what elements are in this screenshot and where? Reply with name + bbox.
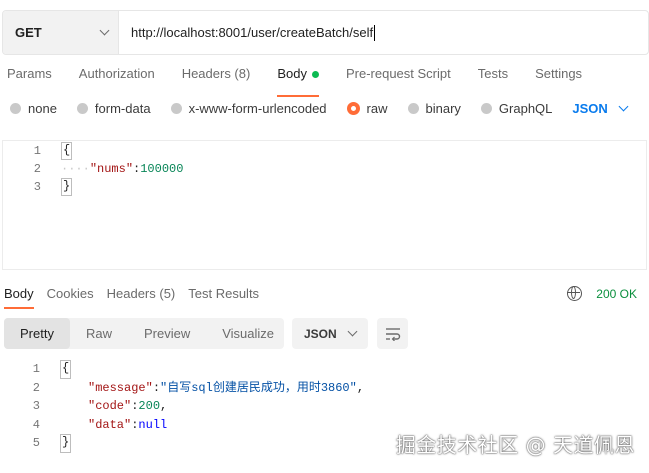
- line-number: 1: [32, 362, 40, 376]
- tab-settings[interactable]: Settings: [535, 63, 582, 91]
- indent-guide: ····: [61, 162, 90, 176]
- body-type-options: none form-data x-www-form-urlencoded raw…: [10, 101, 629, 116]
- response-status: 200 OK: [567, 286, 637, 301]
- response-tab-body[interactable]: Body: [4, 285, 34, 309]
- format-label: JSON: [304, 326, 337, 341]
- open-brace: {: [61, 142, 73, 160]
- format-select[interactable]: JSON: [292, 318, 368, 349]
- radio-icon: [170, 103, 182, 114]
- json-value: "自写sql创建居民成功，用时3860": [160, 380, 357, 395]
- code-line: 2 "message": "自写sql创建居民成功，用时3860",: [2, 379, 364, 398]
- option-label: form-data: [94, 101, 151, 116]
- body-type-raw[interactable]: raw: [346, 101, 388, 116]
- language-label: JSON: [572, 101, 608, 116]
- chevron-down-icon: [618, 101, 629, 112]
- code-line: 5 }: [2, 434, 364, 453]
- body-indicator-dot: [311, 71, 319, 79]
- language-select[interactable]: JSON: [572, 101, 629, 116]
- line-number: 3: [33, 180, 41, 194]
- response-tabs: Body Cookies Headers (5) Test Results: [0, 285, 268, 309]
- radio-icon: [480, 103, 492, 114]
- tab-body-label: Body: [277, 66, 307, 81]
- close-brace: }: [61, 178, 73, 196]
- radio-icon: [10, 103, 21, 114]
- json-key: "nums": [89, 162, 134, 176]
- request-body-editor[interactable]: 1 { 2 ···· "nums":100000 3 }: [2, 140, 647, 270]
- open-brace: {: [60, 360, 72, 379]
- code-line: 4 "data": null: [2, 416, 364, 435]
- json-colon: :: [131, 399, 139, 413]
- tab-params[interactable]: Params: [7, 63, 52, 91]
- url-text: http://localhost:8001/user/createBatch/s…: [131, 25, 374, 40]
- json-comma: ,: [356, 380, 365, 395]
- json-key: "data": [88, 417, 132, 432]
- json-comma: ,: [160, 399, 168, 413]
- url-input[interactable]: http://localhost:8001/user/createBatch/s…: [119, 11, 648, 54]
- radio-icon: [407, 103, 419, 114]
- json-value: null: [138, 417, 168, 432]
- option-label: x-www-form-urlencoded: [188, 101, 327, 116]
- chevron-down-icon: [347, 326, 358, 337]
- body-type-binary[interactable]: binary: [407, 101, 461, 116]
- line-number: 1: [33, 144, 41, 158]
- line-number: 2: [32, 380, 40, 395]
- line-number: 5: [32, 436, 40, 450]
- view-preview-button[interactable]: Preview: [128, 318, 206, 349]
- radio-icon: [76, 103, 88, 114]
- code-line: 1 {: [3, 142, 646, 160]
- watermark: 掘金技术社区 @ 天道佩恩: [395, 433, 635, 457]
- line-number: 3: [32, 399, 40, 413]
- json-value: 100000: [140, 162, 184, 176]
- json-colon: :: [152, 380, 161, 395]
- tab-authorization[interactable]: Authorization: [79, 63, 155, 91]
- view-pretty-button[interactable]: Pretty: [4, 318, 70, 349]
- request-tabs: Params Authorization Headers (8) Body Pr…: [0, 63, 602, 97]
- tab-headers[interactable]: Headers (8): [182, 63, 251, 91]
- response-tab-cookies[interactable]: Cookies: [47, 285, 94, 303]
- json-key: "message": [88, 380, 153, 395]
- view-mode-group: Pretty Raw Preview Visualize: [4, 318, 284, 349]
- chevron-down-icon: [99, 25, 110, 36]
- json-value: 200: [138, 399, 161, 413]
- code-line: 3 }: [3, 178, 646, 196]
- view-visualize-button[interactable]: Visualize: [206, 318, 290, 349]
- body-type-urlencoded[interactable]: x-www-form-urlencoded: [170, 101, 327, 116]
- code-line: 3 "code": 200,: [2, 397, 364, 416]
- text-cursor: [374, 24, 376, 41]
- method-select[interactable]: GET: [3, 11, 119, 54]
- body-type-form-data[interactable]: form-data: [76, 101, 151, 116]
- wrap-lines-icon: [385, 327, 400, 341]
- line-number: 4: [32, 417, 40, 432]
- option-label: binary: [425, 101, 461, 116]
- option-label: none: [28, 101, 57, 116]
- response-tab-test-results[interactable]: Test Results: [188, 285, 259, 303]
- option-label: raw: [366, 101, 388, 116]
- tab-pre-request-script[interactable]: Pre-request Script: [346, 63, 451, 91]
- body-type-none[interactable]: none: [10, 101, 57, 116]
- request-url-bar: GET http://localhost:8001/user/createBat…: [2, 10, 649, 55]
- response-tab-headers[interactable]: Headers (5): [107, 285, 176, 303]
- tab-tests[interactable]: Tests: [478, 63, 508, 91]
- view-raw-button[interactable]: Raw: [70, 318, 128, 349]
- option-label: GraphQL: [498, 101, 553, 116]
- json-colon: :: [131, 417, 139, 432]
- json-colon: :: [133, 162, 141, 176]
- line-number: 2: [33, 162, 41, 176]
- tab-body[interactable]: Body: [277, 63, 319, 97]
- status-text[interactable]: 200 OK: [596, 287, 637, 301]
- wrap-lines-button[interactable]: [377, 318, 408, 349]
- method-label: GET: [15, 25, 42, 40]
- close-brace: }: [60, 434, 72, 453]
- code-line: 1 {: [2, 360, 364, 379]
- code-line: 2 ···· "nums":100000: [3, 160, 646, 178]
- globe-icon[interactable]: [567, 286, 583, 301]
- body-type-graphql[interactable]: GraphQL: [480, 101, 553, 116]
- json-key: "code": [88, 399, 132, 413]
- radio-selected-icon: [346, 102, 360, 115]
- response-body-viewer[interactable]: 1 { 2 "message": "自写sql创建居民成功，用时3860", 3…: [2, 360, 364, 453]
